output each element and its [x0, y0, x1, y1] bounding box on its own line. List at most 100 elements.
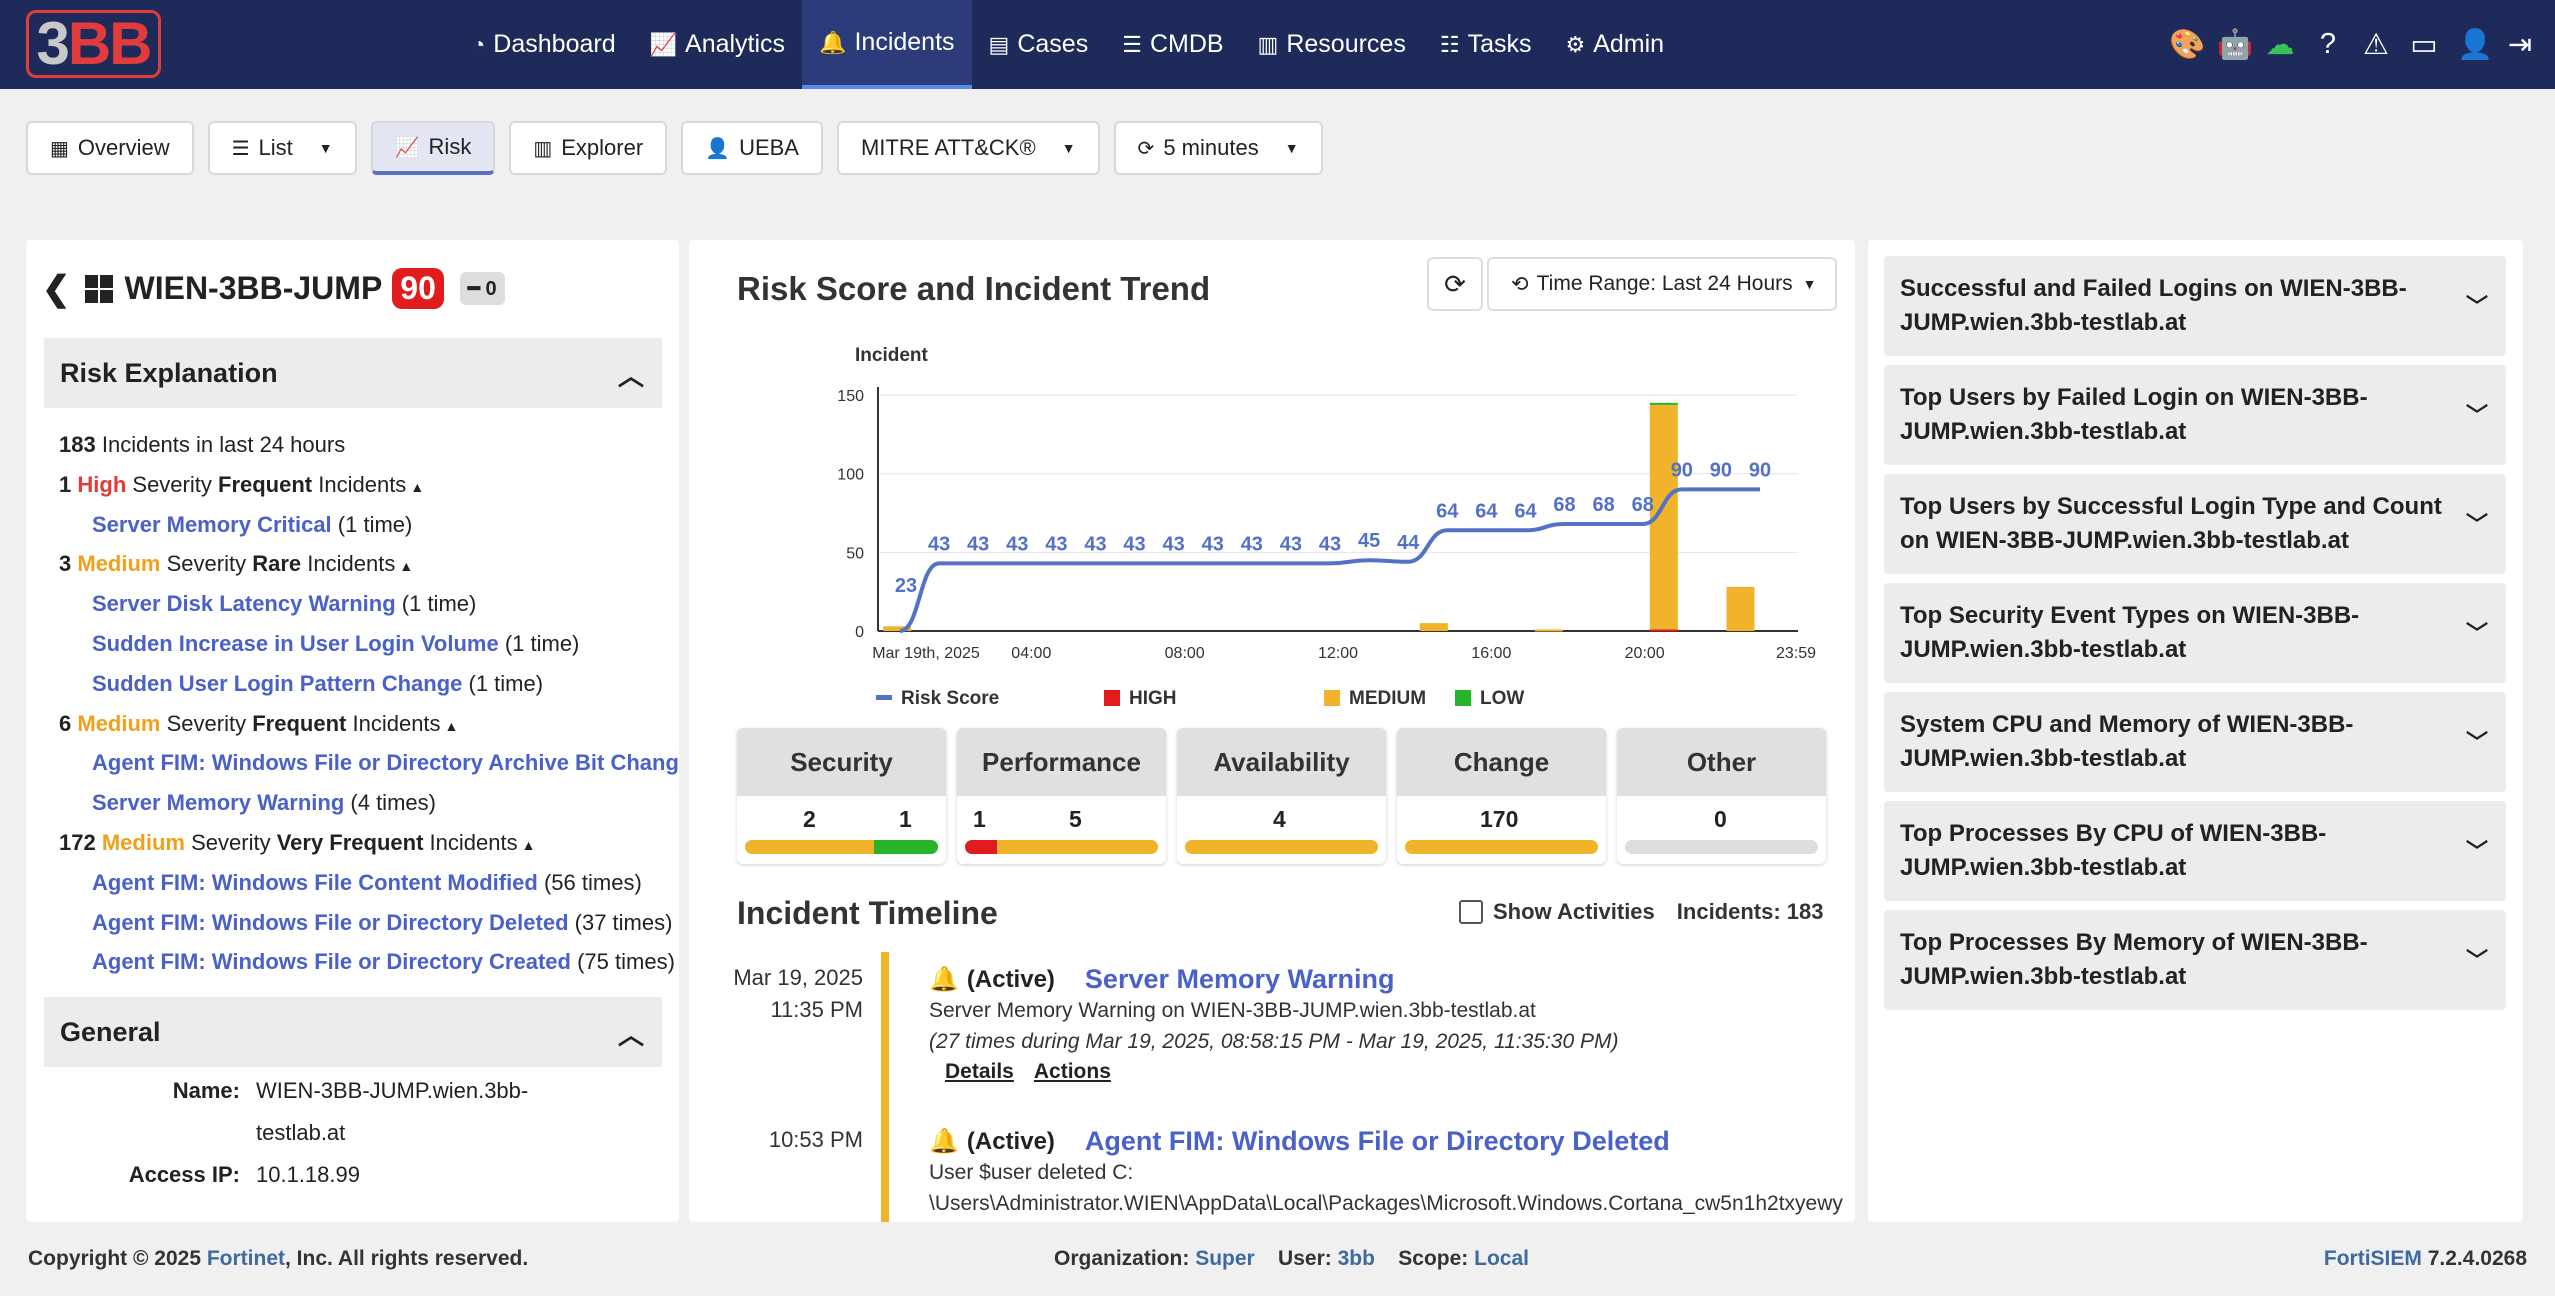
category-change[interactable]: Change 170	[1397, 728, 1606, 864]
refresh-interval-dropdown[interactable]: ⟳ 5 minutes ▼	[1113, 121, 1323, 175]
main-nav: ◔ Dashboard 📈 Analytics 🔔 Incidents ▤ Cases …	[455, 0, 1681, 89]
risk-score-badge: 90	[392, 268, 444, 309]
legend-low[interactable]: LOW	[1455, 688, 1524, 710]
timeline-title: Incident Timeline	[737, 895, 998, 931]
tab-risk[interactable]: 📈 Risk	[370, 121, 496, 175]
category-security[interactable]: Security 21	[737, 728, 946, 864]
top-navbar: 3BB ◔ Dashboard 📈 Analytics 🔔 Incidents ▤ Ca…	[0, 0, 2555, 89]
help-icon[interactable]: ?	[2313, 28, 2343, 61]
legend-high[interactable]: HIGH	[1104, 688, 1177, 710]
nav-incidents[interactable]: 🔔 Incidents	[802, 0, 972, 89]
list-icon: ☰	[231, 137, 250, 160]
incident-item[interactable]: Agent FIM: Windows File Content Modified…	[59, 863, 679, 903]
general-section-header[interactable]: General ︿	[44, 997, 662, 1067]
y-tick-label: 150	[837, 388, 864, 405]
risk-score-label: 43	[967, 533, 989, 555]
risk-score-label: 90	[1710, 459, 1732, 481]
dashboard-icon: ◔	[472, 31, 486, 57]
minus-icon: ━	[467, 278, 486, 300]
severity-group-row[interactable]: 1 High Severity Frequent Incidents ▲	[59, 465, 679, 505]
report-card-security-events[interactable]: Top Security Event Types on WIEN-3BB-JUM…	[1884, 583, 2506, 683]
details-link[interactable]: Details	[945, 1060, 1014, 1083]
copyright: Copyright © 2025 Fortinet, Inc. All righ…	[28, 1247, 529, 1270]
incident-title-link[interactable]: Server Memory Warning	[1085, 964, 1395, 995]
tab-list[interactable]: ☰ List ▼	[207, 121, 357, 175]
chart-icon: 📈	[649, 31, 678, 57]
nav-admin[interactable]: ⚙ Admin	[1548, 0, 1681, 89]
incident-item[interactable]: Server Memory Warning (4 times)	[59, 783, 679, 823]
risk-score-label: 68	[1553, 494, 1575, 516]
nav-dashboard[interactable]: ◔ Dashboard	[455, 0, 633, 89]
category-availability[interactable]: Availability 4	[1177, 728, 1386, 864]
category-bar-segment	[1405, 840, 1598, 854]
incident-item[interactable]: Agent FIM: Windows File or Directory Arc…	[59, 743, 679, 783]
id-card-icon[interactable]: ▭	[2409, 27, 2439, 62]
windows-icon	[84, 274, 113, 303]
incident-title-link[interactable]: Agent FIM: Windows File or Directory Del…	[1085, 1126, 1670, 1157]
risk-score-label: 43	[1163, 533, 1185, 555]
category-other[interactable]: Other 0	[1617, 728, 1826, 864]
nav-resources[interactable]: ▥ Resources	[1241, 0, 1423, 89]
nav-cmdb[interactable]: ☰ CMDB	[1105, 0, 1240, 89]
palette-icon[interactable]: 🎨	[2169, 28, 2205, 62]
report-card-processes-cpu[interactable]: Top Processes By CPU of WIEN-3BB-JUMP.wi…	[1884, 801, 2506, 901]
severity-group-row[interactable]: 3 Medium Severity Rare Incidents ▲	[59, 544, 679, 584]
incident-item[interactable]: Agent FIM: Windows File or Directory Cre…	[59, 942, 679, 982]
risk-score-label: 23	[895, 575, 917, 597]
back-chevron-icon[interactable]: ❮	[42, 269, 71, 309]
nav-tasks[interactable]: ☷ Tasks	[1423, 0, 1549, 89]
minus-count-chip[interactable]: ━ 0	[459, 272, 505, 305]
actions-link[interactable]: Actions	[1034, 1060, 1111, 1083]
sign-out-icon[interactable]: ⇥	[2505, 27, 2535, 62]
report-card-logins[interactable]: Successful and Failed Logins on WIEN-3BB…	[1884, 256, 2506, 356]
chevron-down-icon: ﹀	[2465, 621, 2488, 646]
robot-icon[interactable]: 🤖	[2217, 28, 2253, 62]
app-logo[interactable]: 3BB	[26, 10, 161, 78]
category-bar	[965, 840, 1158, 854]
incident-count: Incidents: 183	[1676, 899, 1824, 924]
report-card-cpu-memory[interactable]: System CPU and Memory of WIEN-3BB-JUMP.w…	[1884, 692, 2506, 792]
report-card-successful-login-types[interactable]: Top Users by Successful Login Type and C…	[1884, 474, 2506, 574]
nav-cases[interactable]: ▤ Cases	[972, 0, 1106, 89]
bell-icon: 🔔	[819, 29, 847, 55]
incident-item[interactable]: Sudden User Login Pattern Change (1 time…	[59, 664, 679, 704]
category-bar	[745, 840, 938, 854]
caret-up-icon: ▲	[521, 836, 536, 853]
risk-score-label: 90	[1671, 459, 1693, 481]
incident-item[interactable]: Server Memory Critical (1 time)	[59, 505, 679, 545]
user-secret-icon: 👤	[705, 137, 731, 160]
risk-explanation-header[interactable]: Risk Explanation ︿	[44, 338, 662, 408]
risk-score-label: 68	[1632, 494, 1654, 516]
tab-mitre[interactable]: MITRE ATT&CK® ▼	[836, 121, 1100, 175]
severity-group-row[interactable]: 172 Medium Severity Very Frequent Incide…	[59, 823, 679, 863]
tab-explorer[interactable]: ▥ Explorer	[509, 121, 668, 175]
category-performance[interactable]: Performance 15	[957, 728, 1166, 864]
nav-analytics[interactable]: 📈 Analytics	[633, 0, 802, 89]
legend-risk-score[interactable]: Risk Score	[876, 688, 999, 710]
risk-score-label: 43	[1123, 533, 1145, 555]
incident-item[interactable]: Server Disk Latency Warning (1 time)	[59, 584, 679, 624]
risk-score-label: 45	[1358, 530, 1380, 552]
x-tick-label: 08:00	[1165, 645, 1205, 662]
show-activities-toggle[interactable]: Show Activities Incidents: 183	[1459, 899, 1824, 925]
legend-medium[interactable]: MEDIUM	[1324, 688, 1426, 710]
bar-low	[1649, 402, 1678, 405]
tab-overview[interactable]: ▦ Overview	[26, 121, 194, 175]
y-tick-label: 0	[855, 624, 864, 641]
report-card-failed-login-users[interactable]: Top Users by Failed Login on WIEN-3BB-JU…	[1884, 365, 2506, 465]
incident-item[interactable]: Sudden Increase in User Login Volume (1 …	[59, 624, 679, 664]
user-icon[interactable]: 👤	[2457, 28, 2493, 62]
warning-icon[interactable]: ⚠	[2361, 27, 2391, 62]
caret-down-icon: ▼	[1061, 140, 1076, 156]
database-icon: ☰	[1122, 31, 1142, 57]
show-activities-checkbox[interactable]	[1459, 900, 1483, 924]
risk-score-label: 43	[1045, 533, 1067, 555]
device-fqdn: WIEN-3BB-JUMP.wien.3bb-testlab.at	[256, 1078, 529, 1145]
cogs-icon: ⚙	[1565, 31, 1586, 57]
report-card-processes-memory[interactable]: Top Processes By Memory of WIEN-3BB-JUMP…	[1884, 910, 2506, 1010]
tab-ueba[interactable]: 👤 UEBA	[681, 121, 823, 175]
incident-item[interactable]: Agent FIM: Windows File or Directory Del…	[59, 903, 679, 943]
cloud-download-icon[interactable]: ☁	[2265, 27, 2295, 62]
refresh-icon: ⟳	[1137, 137, 1155, 160]
severity-group-row[interactable]: 6 Medium Severity Frequent Incidents ▲	[59, 704, 679, 744]
